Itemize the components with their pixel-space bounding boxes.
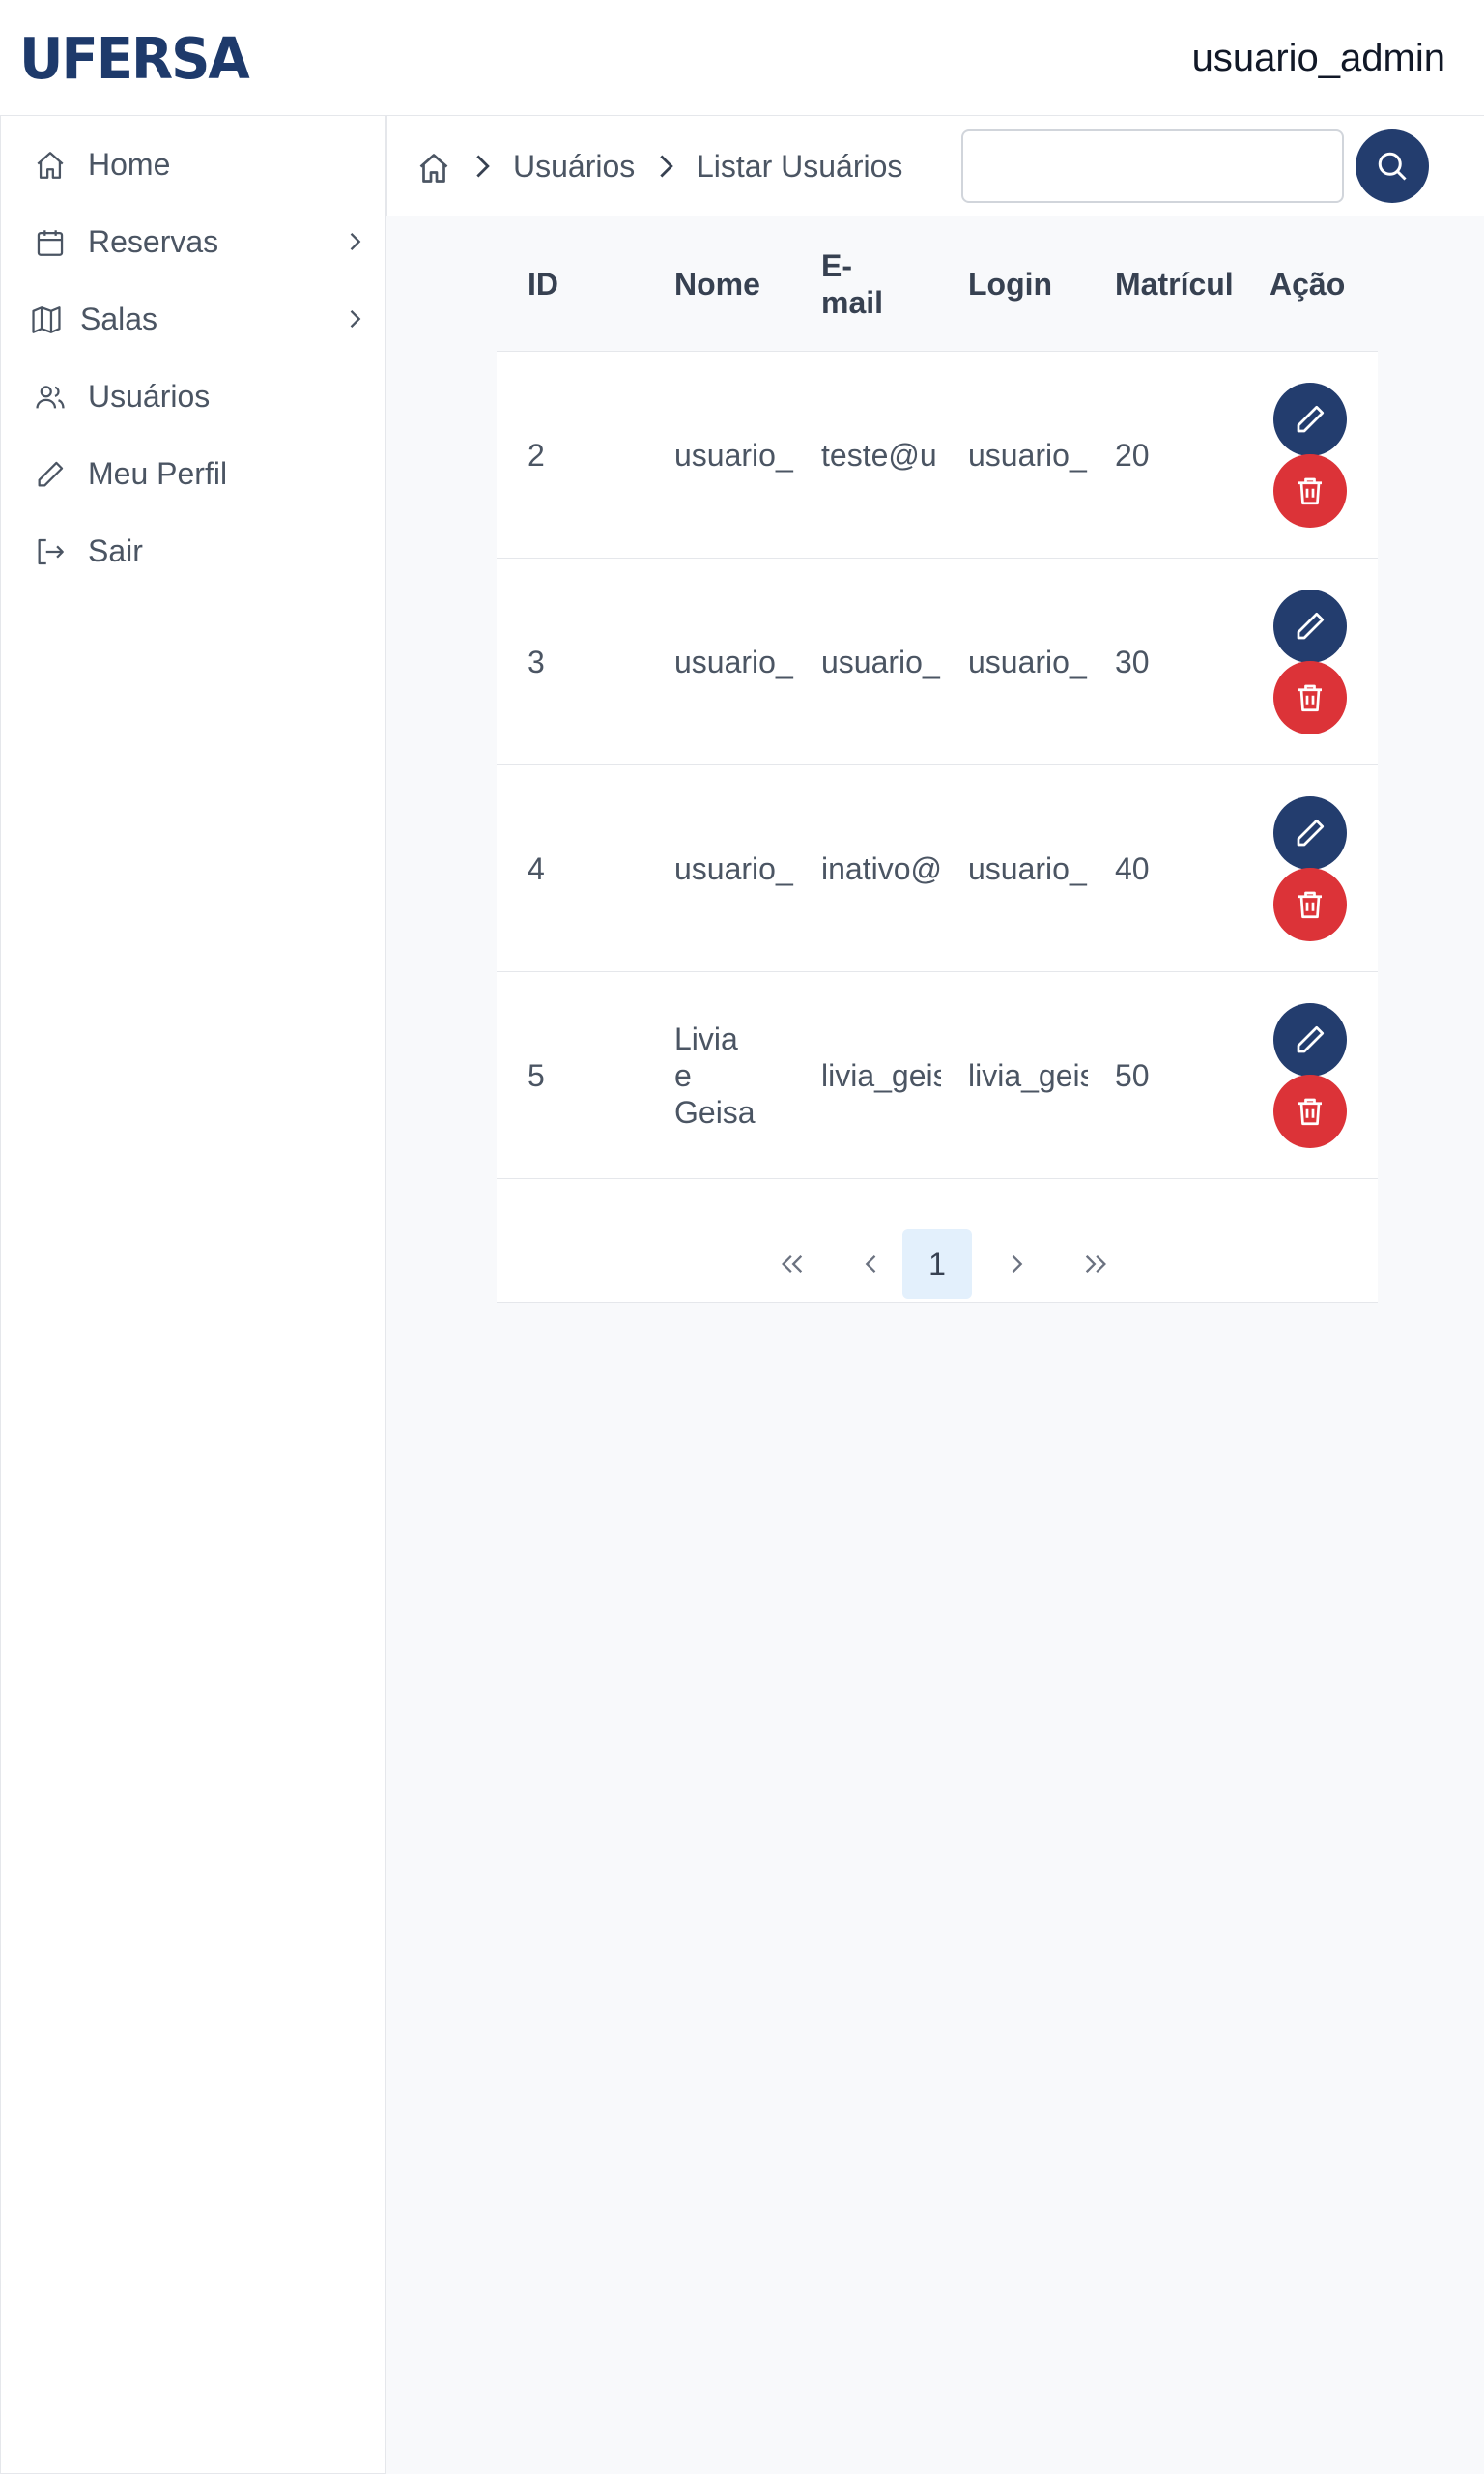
trash-icon [1298, 477, 1322, 505]
pencil-icon [1297, 819, 1325, 847]
cell-nome: usuario_ [674, 645, 793, 679]
users-table: ID Nome E- mail Login Matrícul Ação 2 us… [497, 216, 1378, 1303]
edit-button[interactable] [1273, 383, 1347, 456]
cell-login: usuario_ [968, 645, 1087, 679]
sidebar-item-label: Home [88, 147, 171, 182]
cell-nome: usuario_ [674, 851, 793, 886]
users-icon [36, 386, 65, 409]
cell-id: 3 [528, 645, 545, 679]
sidebar-item-usuarios[interactable]: Usuários [1, 358, 385, 435]
cell-email: inativo@ [821, 851, 941, 886]
edit-button[interactable] [1273, 590, 1347, 663]
sidebar-item-salas[interactable]: Salas [1, 280, 385, 358]
sidebar-item-label: Reservas [88, 224, 219, 259]
sidebar-item-sair[interactable]: Sair [1, 512, 385, 590]
delete-button[interactable] [1273, 868, 1347, 941]
previous-page-button[interactable] [837, 1229, 906, 1299]
edit-button[interactable] [1273, 1003, 1347, 1077]
cell-matricula: 50 [1115, 1058, 1150, 1093]
next-page-button[interactable] [982, 1229, 1051, 1299]
home-icon [37, 152, 64, 179]
breadcrumb: Usuários Listar Usuários [386, 116, 1484, 216]
cell-id: 4 [528, 851, 545, 886]
delete-button[interactable] [1273, 661, 1347, 734]
cell-login: livia_geis [968, 1058, 1088, 1093]
cell-login: usuario_ [968, 438, 1087, 473]
cell-matricula: 40 [1115, 851, 1150, 886]
search-icon [1378, 152, 1407, 181]
chevron-right-icon [476, 155, 490, 178]
pencil-icon [1297, 405, 1325, 433]
table-row: 2 usuario_ teste@u usuario_ 20 [497, 352, 1378, 559]
delete-button[interactable] [1273, 454, 1347, 528]
breadcrumb-item-usuarios[interactable]: Usuários [513, 147, 635, 186]
cell-nome: usuario_ [674, 438, 793, 473]
cell-email: teste@u [821, 438, 937, 473]
column-header-nome: Nome [674, 267, 760, 302]
chevron-right-icon [350, 310, 361, 328]
first-page-button[interactable] [757, 1229, 827, 1299]
logo[interactable]: UFERSA [19, 27, 250, 92]
cell-login: usuario_ [968, 851, 1087, 886]
top-bar: UFERSA usuario_admin [0, 0, 1484, 116]
logout-icon [38, 538, 64, 565]
column-header-email: E- mail [821, 248, 884, 320]
cell-id: 2 [528, 438, 545, 473]
sidebar-item-home[interactable]: Home [1, 126, 385, 203]
map-icon [32, 306, 61, 333]
sidebar-item-meu-perfil[interactable]: Meu Perfil [1, 435, 385, 512]
table-row: 3 usuario_ usuario_ usuario_ 30 [497, 559, 1378, 765]
cell-nome: Livia e Geisa [674, 1021, 756, 1130]
sidebar-item-reservas[interactable]: Reservas [1, 203, 385, 280]
table-row: 5 Livia e Geisa livia_geis livia_geis 50 [497, 972, 1378, 1179]
pencil-icon [1297, 1025, 1325, 1053]
last-page-button[interactable] [1061, 1229, 1130, 1299]
calendar-icon [37, 230, 64, 256]
edit-button[interactable] [1273, 796, 1347, 870]
home-icon[interactable] [416, 151, 451, 186]
pencil-icon [38, 461, 64, 487]
sidebar: Home Reservas Salas Usuários Meu Perfil … [0, 116, 386, 2474]
cell-email: usuario_ [821, 645, 940, 679]
main-content: Usuários Listar Usuários ID Nome E- mail… [386, 116, 1484, 2474]
search-input[interactable] [961, 129, 1344, 203]
column-header-acao: Ação [1270, 267, 1346, 302]
table-header: ID Nome E- mail Login Matrícul Ação [497, 216, 1378, 352]
search-button[interactable] [1356, 129, 1429, 203]
trash-icon [1298, 684, 1322, 712]
cell-matricula: 30 [1115, 645, 1150, 679]
cell-matricula: 20 [1115, 438, 1150, 473]
username-label[interactable]: usuario_admin [1192, 35, 1445, 81]
table-row: 4 usuario_ inativo@ usuario_ 40 [497, 765, 1378, 972]
pagination: 1 [497, 1196, 1378, 1303]
column-header-id: ID [528, 267, 558, 302]
sidebar-item-label: Sair [88, 533, 143, 568]
sidebar-item-label: Usuários [88, 379, 211, 414]
cell-email: livia_geis [821, 1058, 941, 1093]
pencil-icon [1297, 612, 1325, 640]
chevron-right-icon [660, 155, 673, 178]
trash-icon [1298, 891, 1322, 919]
breadcrumb-item-listar-usuarios: Listar Usuários [697, 149, 903, 184]
column-header-matricula: Matrícul [1115, 267, 1234, 302]
trash-icon [1298, 1098, 1322, 1126]
cell-id: 5 [528, 1058, 545, 1093]
delete-button[interactable] [1273, 1075, 1347, 1148]
column-header-login: Login [968, 267, 1053, 302]
sidebar-item-label: Meu Perfil [88, 456, 228, 491]
sidebar-item-label: Salas [80, 302, 158, 336]
page-number-button[interactable]: 1 [902, 1229, 972, 1299]
chevron-right-icon [350, 233, 361, 250]
